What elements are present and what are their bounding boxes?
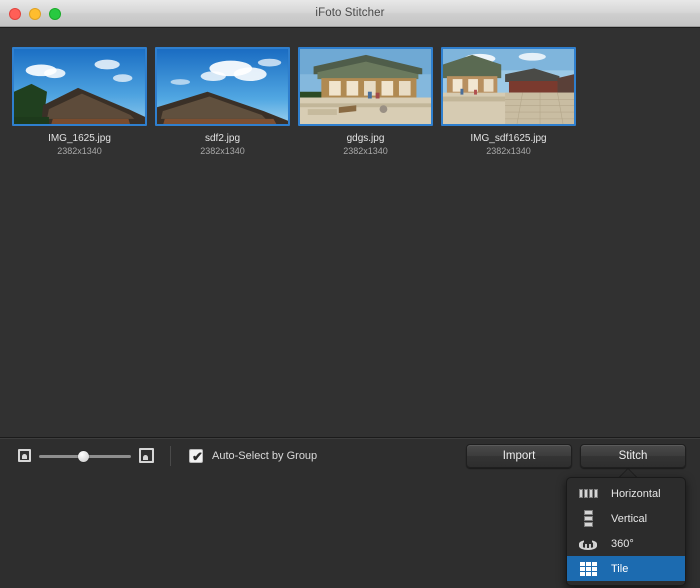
- menu-item-vertical[interactable]: Vertical: [567, 506, 685, 531]
- slider-knob[interactable]: [78, 450, 89, 462]
- thumbnail-image-frame[interactable]: [12, 47, 147, 126]
- auto-select-label: Auto-Select by Group: [212, 449, 318, 462]
- thumbnail-browser[interactable]: IMG_1625.jpg 2382x1340 sdf2.jpg 2382x134…: [0, 27, 700, 437]
- thumbnail-filename: IMG_1625.jpg: [48, 133, 111, 144]
- window-title: iFoto Stitcher: [315, 7, 385, 19]
- auto-select-group[interactable]: ✔ Auto-Select by Group: [189, 438, 317, 473]
- menu-item-360[interactable]: 360°: [567, 531, 685, 556]
- app-window: iFoto Stitcher IMG_1625.jpg 2382x1340 sd…: [0, 0, 700, 588]
- vertical-layout-icon: [576, 510, 600, 528]
- window-controls: [9, 0, 61, 27]
- thumbnail-dimensions: 2382x1340: [57, 146, 102, 156]
- panorama-360-icon: [576, 535, 600, 553]
- photo-thumbnail: [443, 49, 574, 124]
- thumbnail-dimensions: 2382x1340: [486, 146, 531, 156]
- menu-item-label: Tile: [611, 562, 629, 575]
- action-buttons: Import Stitch: [466, 438, 686, 473]
- small-image-icon: [18, 449, 31, 462]
- thumbnail-item[interactable]: IMG_sdf1625.jpg 2382x1340: [437, 47, 580, 156]
- stitch-button[interactable]: Stitch: [580, 443, 686, 468]
- maximize-button[interactable]: [49, 7, 61, 20]
- thumbnail-filename: IMG_sdf1625.jpg: [470, 133, 547, 144]
- menu-item-label: Vertical: [611, 512, 648, 525]
- photo-thumbnail: [14, 49, 145, 124]
- photo-thumbnail: [157, 49, 288, 124]
- thumbnail-image-frame[interactable]: [298, 47, 433, 126]
- toolbar-row: ✔ Auto-Select by Group Import Stitch: [0, 438, 700, 473]
- thumbnail-dimensions: 2382x1340: [343, 146, 388, 156]
- large-image-icon: [139, 448, 154, 463]
- menu-item-label: Horizontal: [611, 487, 661, 500]
- thumbnail-image-frame[interactable]: [441, 47, 576, 126]
- thumbnail-image-frame[interactable]: [155, 47, 290, 126]
- menu-item-tile[interactable]: Tile: [567, 556, 685, 581]
- horizontal-layout-icon: [576, 485, 600, 503]
- photo-thumbnail: [300, 49, 431, 124]
- thumbnail-dimensions: 2382x1340: [200, 146, 245, 156]
- toolbar-divider: [170, 446, 171, 466]
- tile-layout-icon: [576, 560, 600, 578]
- thumbnail-grid: IMG_1625.jpg 2382x1340 sdf2.jpg 2382x134…: [8, 47, 692, 156]
- thumbnail-filename: gdgs.jpg: [346, 133, 385, 144]
- auto-select-checkbox[interactable]: ✔: [189, 448, 203, 464]
- thumbnail-item[interactable]: sdf2.jpg 2382x1340: [151, 47, 294, 156]
- thumbnail-filename: sdf2.jpg: [204, 133, 241, 144]
- checkmark-icon: ✔: [192, 448, 203, 464]
- minimize-button[interactable]: [29, 7, 41, 20]
- menu-item-label: 360°: [611, 537, 634, 550]
- thumbnail-size-control[interactable]: [18, 438, 154, 473]
- title-bar: iFoto Stitcher: [0, 0, 700, 27]
- stitch-layout-menu[interactable]: Horizontal Vertical 360° Tile: [566, 477, 686, 586]
- thumbnail-item[interactable]: IMG_1625.jpg 2382x1340: [8, 47, 151, 156]
- thumbnail-item[interactable]: gdgs.jpg 2382x1340: [294, 47, 437, 156]
- import-button[interactable]: Import: [466, 443, 572, 468]
- close-button[interactable]: [9, 7, 21, 20]
- menu-item-horizontal[interactable]: Horizontal: [567, 481, 685, 506]
- thumbnail-size-slider[interactable]: [39, 449, 131, 463]
